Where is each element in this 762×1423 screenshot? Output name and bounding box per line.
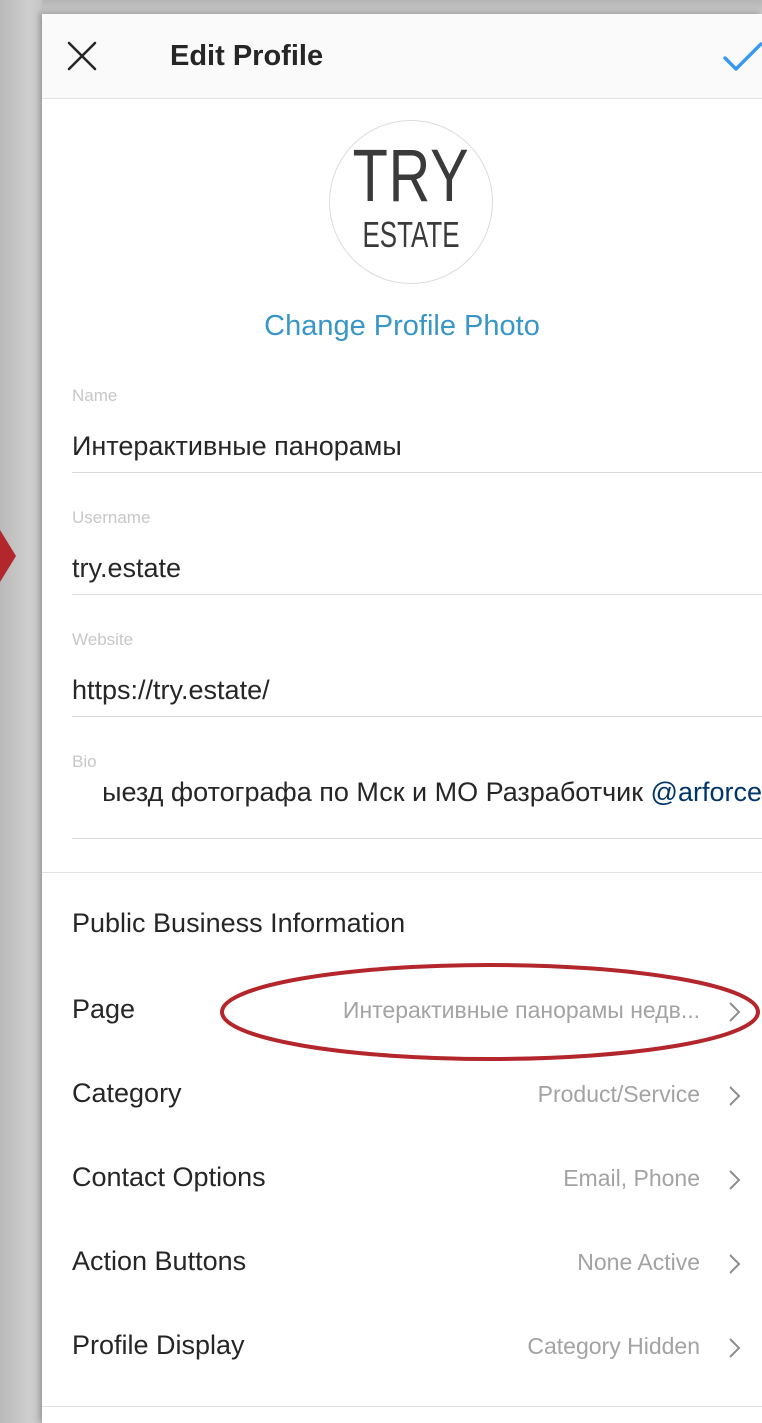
- section-divider: [42, 872, 762, 873]
- bio-field-underline: [72, 838, 762, 839]
- row-profile-display-value: Category Hidden: [527, 1333, 700, 1359]
- row-category[interactable]: Category Product/Service: [42, 1054, 762, 1138]
- username-field-underline: [72, 594, 762, 595]
- row-category-label: Category: [72, 1078, 182, 1108]
- business-section-title: Public Business Information: [72, 908, 406, 938]
- row-contact-options-value: Email, Phone: [563, 1165, 700, 1191]
- bio-field[interactable]: ыезд фотографа по Мск и МО Разработчик @…: [42, 777, 762, 808]
- row-contact-options[interactable]: Contact Options Email, Phone: [42, 1138, 762, 1222]
- annotation-arrow-marker: [0, 530, 16, 582]
- avatar-logo-line1: TRY: [352, 134, 470, 217]
- name-label: Name: [72, 386, 118, 405]
- chevron-right-icon: [729, 1254, 741, 1274]
- profile-avatar[interactable]: TRY ESTATE: [329, 120, 493, 284]
- bio-text: ыезд фотографа по Мск и МО Разработчик: [102, 777, 651, 807]
- row-profile-display-label: Profile Display: [72, 1330, 245, 1360]
- website-field-underline: [72, 716, 762, 717]
- chevron-right-icon: [729, 1086, 741, 1106]
- annotation-highlight-ellipse: [220, 963, 760, 1061]
- avatar-logo-line2: ESTATE: [362, 214, 460, 255]
- frame-left-edge: [0, 0, 42, 1423]
- top-bar: Edit Profile: [42, 14, 762, 99]
- check-icon[interactable]: [722, 40, 762, 74]
- bottom-divider: [42, 1406, 762, 1407]
- chevron-right-icon: [729, 1338, 741, 1358]
- name-field-underline: [72, 472, 762, 473]
- username-field[interactable]: try.estate: [72, 553, 181, 584]
- page-title: Edit Profile: [170, 40, 324, 72]
- edit-profile-screen: Edit Profile TRY ESTATE Change Profile P…: [42, 14, 762, 1423]
- row-action-buttons[interactable]: Action Buttons None Active: [42, 1222, 762, 1306]
- website-label: Website: [72, 630, 134, 649]
- row-action-buttons-value: None Active: [577, 1249, 700, 1275]
- bio-mention[interactable]: @arforce: [651, 777, 762, 807]
- row-category-value: Product/Service: [537, 1081, 700, 1107]
- frame-top-edge: [0, 0, 762, 14]
- row-action-buttons-label: Action Buttons: [72, 1246, 247, 1276]
- name-field[interactable]: Интерактивные панорамы: [72, 431, 402, 462]
- row-page-label: Page: [72, 994, 136, 1024]
- bio-label: Bio: [72, 752, 97, 771]
- close-icon[interactable]: [64, 38, 100, 74]
- username-label: Username: [72, 508, 151, 527]
- chevron-right-icon: [729, 1170, 741, 1190]
- row-contact-options-label: Contact Options: [72, 1162, 266, 1192]
- row-profile-display[interactable]: Profile Display Category Hidden: [42, 1306, 762, 1390]
- change-profile-photo-link[interactable]: Change Profile Photo: [42, 310, 762, 343]
- website-field[interactable]: https://try.estate/: [72, 675, 270, 706]
